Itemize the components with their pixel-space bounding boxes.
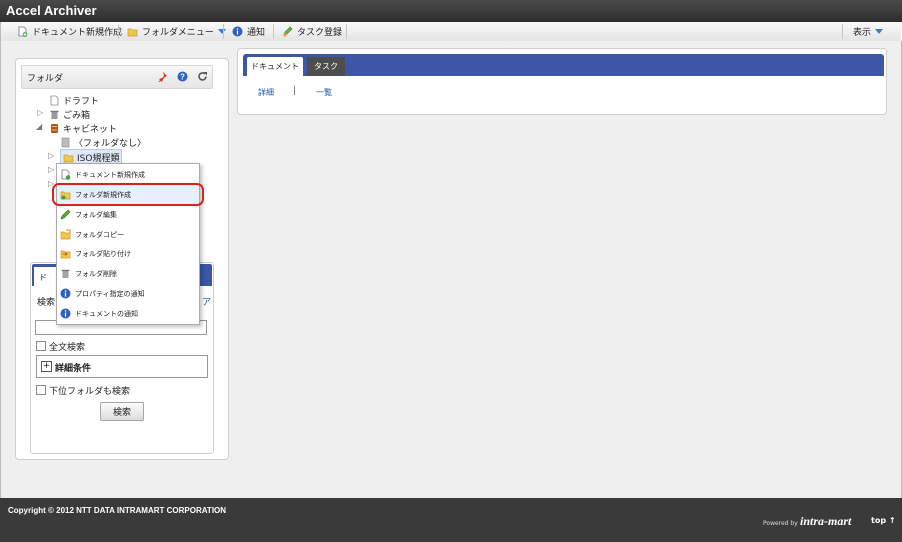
info-icon (232, 26, 243, 37)
toolbar-divider (118, 24, 119, 39)
highlight-ring (52, 183, 204, 206)
tree-item-draft[interactable]: ドラフト (49, 93, 99, 107)
menu-item-edit-folder[interactable]: フォルダ編集 (57, 205, 199, 224)
folder-menu-label: フォルダメニュー (142, 28, 214, 38)
folder-panel-header: フォルダ ? (21, 65, 213, 89)
app-title: Accel Archiver (6, 3, 97, 18)
notify-label: 通知 (247, 28, 266, 38)
cabinet-icon (49, 123, 60, 134)
detail-link[interactable]: 詳細 (258, 87, 274, 98)
menu-item-label: ドキュメントの通知 (75, 309, 138, 318)
subfolder-label: 下位フォルダも検索 (49, 387, 131, 397)
tree-label: キャビネット (63, 124, 118, 135)
link-separator: | (293, 86, 297, 96)
menu-item-label: フォルダコピー (75, 230, 124, 239)
trash-icon (60, 268, 71, 279)
title-bar: Accel Archiver (0, 0, 902, 22)
box-icon (60, 137, 71, 148)
search-button[interactable]: 検索 (100, 402, 144, 421)
toolbar-divider (346, 24, 347, 39)
menu-item-label: ドキュメント新規作成 (75, 170, 145, 179)
expand-arrow-icon[interactable]: ▷ (37, 108, 43, 117)
expand-arrow-icon[interactable]: ▷ (48, 151, 54, 160)
tab-task[interactable]: タスク (307, 57, 345, 76)
menu-item-label: フォルダ削除 (75, 269, 117, 278)
main-panel: ドキュメント タスク 詳細 | 一覧 (237, 48, 887, 115)
refresh-icon[interactable] (197, 71, 208, 82)
fulltext-checkbox[interactable] (36, 341, 46, 351)
folder-icon (127, 26, 138, 37)
folder-icon (63, 152, 74, 163)
view-label: 表示 (853, 28, 872, 38)
menu-item-document-notify[interactable]: ドキュメントの通知 (57, 304, 199, 323)
menu-item-delete-folder[interactable]: フォルダ削除 (57, 264, 199, 283)
toolbar-divider (223, 24, 224, 39)
search-label: 検索 (37, 298, 56, 308)
copyright: Copyright © 2012 NTT DATA INTRAMART CORP… (8, 506, 227, 515)
plus-icon: + (41, 361, 52, 372)
new-document-label: ドキュメント新規作成 (32, 28, 123, 38)
info-icon (60, 308, 71, 319)
folder-panel-title: フォルダ (27, 74, 64, 84)
svg-text:?: ? (180, 72, 185, 81)
main-tab-bar: ドキュメント タスク (243, 54, 884, 76)
menu-item-label: フォルダ編集 (75, 210, 117, 219)
new-document-icon (17, 26, 28, 37)
tree-label: ドラフト (63, 96, 100, 107)
tree-item-trash[interactable]: ごみ箱 (49, 107, 90, 121)
chevron-down-icon (217, 29, 226, 34)
list-link[interactable]: 一覧 (316, 87, 332, 98)
tree-label: ごみ箱 (63, 110, 91, 121)
tree-label: 〈フォルダなし〉 (74, 138, 147, 149)
menu-item-paste-folder[interactable]: フォルダ貼り付け (57, 244, 199, 263)
notify-button[interactable]: 通知 (228, 22, 269, 41)
help-icon[interactable]: ? (177, 71, 188, 82)
tree-item-no-folder[interactable]: 〈フォルダなし〉 (60, 135, 146, 149)
expand-arrow-icon[interactable]: ▷ (48, 165, 54, 174)
subfolder-checkbox[interactable] (36, 385, 46, 395)
view-menu-button[interactable]: 表示 (849, 22, 887, 41)
menu-item-new-document[interactable]: ドキュメント新規作成 (57, 165, 199, 184)
copy-folder-icon (60, 229, 71, 240)
toolbar-divider (273, 24, 274, 39)
detail-conditions[interactable]: + 詳細条件 (36, 355, 208, 378)
new-document-button[interactable]: ドキュメント新規作成 (13, 22, 126, 41)
task-register-label: タスク登録 (297, 28, 343, 38)
tab-document[interactable]: ドキュメント (247, 57, 303, 76)
trash-icon (49, 109, 60, 120)
powered-by: Powered by (763, 520, 798, 527)
info-icon (60, 288, 71, 299)
top-link[interactable]: top ↑ (871, 516, 896, 525)
detail-conditions-label: 詳細条件 (55, 364, 92, 374)
search-link[interactable]: ア (202, 295, 211, 308)
pin-icon[interactable] (157, 71, 168, 83)
chevron-down-icon (875, 29, 884, 34)
document-icon (49, 95, 60, 106)
toolbar: ドキュメント新規作成 フォルダメニュー 通知 タスク登録 表示 (0, 22, 901, 42)
new-document-icon (60, 169, 71, 180)
folder-menu-button[interactable]: フォルダメニュー (123, 22, 230, 41)
footer: Copyright © 2012 NTT DATA INTRAMART CORP… (0, 498, 902, 542)
menu-item-label: フォルダ貼り付け (75, 249, 131, 258)
intra-mart-logo: intra-mart (800, 514, 852, 528)
toolbar-divider (842, 24, 843, 39)
pencil-icon (60, 209, 71, 220)
menu-item-property-notify[interactable]: プロパティ指定の通知 (57, 284, 199, 303)
paste-folder-icon (60, 248, 71, 259)
tree-label: ISO規程類 (77, 153, 120, 164)
tree-item-cabinet[interactable]: キャビネット (49, 121, 117, 135)
menu-item-copy-folder[interactable]: フォルダコピー (57, 225, 199, 244)
fulltext-label: 全文検索 (49, 343, 86, 353)
collapse-arrow-icon[interactable]: ◢ (36, 122, 42, 131)
menu-item-label: プロパティ指定の通知 (75, 289, 145, 298)
task-register-button[interactable]: タスク登録 (278, 22, 346, 41)
task-pen-icon (282, 26, 293, 37)
